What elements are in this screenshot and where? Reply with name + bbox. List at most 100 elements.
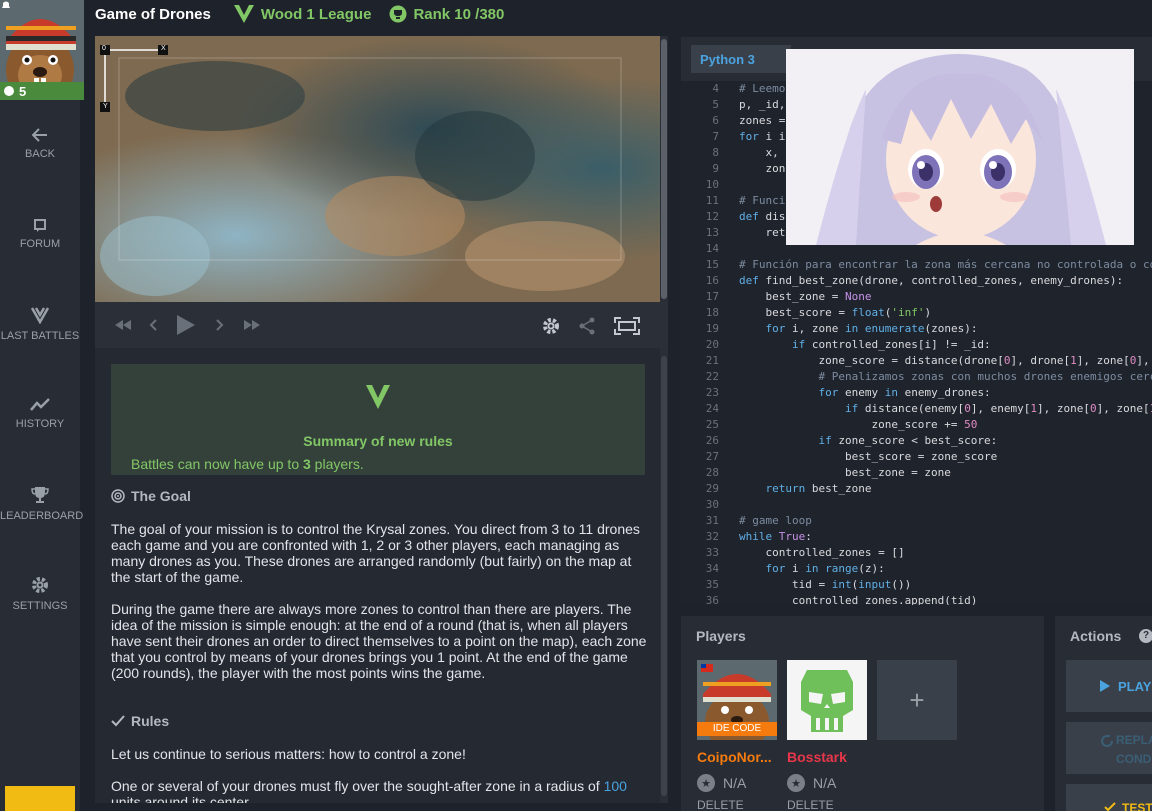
players-title: Players xyxy=(696,628,746,644)
trophy-icon xyxy=(31,487,49,503)
player-name-1[interactable]: CoipoNor... xyxy=(697,749,772,765)
code-line[interactable]: 35 tid = int(input()) xyxy=(681,577,1152,593)
sidebar-item-last-battles[interactable]: LAST BATTLES xyxy=(0,306,80,342)
sidebar-item-back[interactable]: BACK xyxy=(0,128,80,160)
code-line[interactable]: 15 # Función para encontrar la zona más c… xyxy=(681,257,1152,273)
game-viewer[interactable]: 0 X Y xyxy=(95,36,660,302)
league-chevron-icon xyxy=(366,385,390,409)
delete-player-2-button[interactable]: DELETE xyxy=(787,798,834,811)
players-panel: Players IDE CODE + CoipoNor... Bosstark … xyxy=(681,616,1044,811)
code-text: if distance(enemy[0], enemy[1], zone[0],… xyxy=(844,402,1152,415)
line-number: 34 xyxy=(705,562,719,575)
code-text: for enemy in enemy_drones: xyxy=(818,386,991,399)
line-number: 4 xyxy=(712,82,719,95)
player-card-1[interactable]: IDE CODE xyxy=(697,660,777,752)
delete-player-1-button[interactable]: DELETE xyxy=(697,798,744,811)
line-number: 15 xyxy=(705,258,719,271)
viewer-settings-icon[interactable] xyxy=(542,317,560,335)
code-line[interactable]: 19 for i, zone in enumerate(zones): xyxy=(681,321,1152,337)
code-line[interactable]: 26 if zone_score < best_score: xyxy=(681,433,1152,449)
code-line[interactable]: 32 while True: xyxy=(681,529,1152,545)
help-icon[interactable]: ? xyxy=(1139,629,1152,643)
line-number: 20 xyxy=(705,338,719,351)
code-line[interactable]: 36 controlled_zones.append(tid) xyxy=(681,593,1152,605)
header: Game of Drones Wood 1 League Rank 10 /38… xyxy=(80,0,1152,28)
play-button[interactable]: PLAY xyxy=(1066,660,1152,712)
replay-button[interactable]: REPLA COND xyxy=(1066,722,1152,774)
code-line[interactable]: 27 best_score = zone_score xyxy=(681,449,1152,465)
sidebar-item-history[interactable]: HISTORY xyxy=(0,398,80,430)
line-number: 13 xyxy=(705,226,719,239)
goal-paragraph-1: The goal of your mission is to control t… xyxy=(111,521,640,585)
code-line[interactable]: 31 # game loop xyxy=(681,513,1152,529)
sidebar-item-settings[interactable]: SETTINGS xyxy=(0,576,80,612)
test-button[interactable]: TEST xyxy=(1066,784,1152,811)
code-line[interactable]: 23 for enemy in enemy_drones: xyxy=(681,385,1152,401)
forum-icon xyxy=(34,219,46,232)
statement-panel: Summary of new rules Battles can now hav… xyxy=(95,348,668,803)
line-number: 21 xyxy=(705,354,719,367)
add-player-button[interactable]: + xyxy=(877,660,957,740)
line-number: 24 xyxy=(705,402,719,415)
sidebar-bottom-button[interactable] xyxy=(5,786,75,811)
x-axis-label: X xyxy=(161,45,166,52)
anime-overlay-image xyxy=(786,49,1134,245)
code-line[interactable]: 34 for i in range(z): xyxy=(681,561,1152,577)
code-text: # Funci xyxy=(739,194,786,207)
share-icon[interactable] xyxy=(579,317,595,335)
code-line[interactable]: 21 zone_score = distance(drone[0], drone… xyxy=(681,353,1152,369)
ide-code-badge: IDE CODE xyxy=(697,722,777,736)
line-number: 27 xyxy=(705,450,719,463)
language-selector[interactable]: Python 3 xyxy=(691,45,791,73)
sidebar-item-forum[interactable]: FORUM xyxy=(0,218,80,250)
code-line[interactable]: 33 controlled_zones = [] xyxy=(681,545,1152,561)
replay-controls xyxy=(95,302,668,348)
fullscreen-icon[interactable] xyxy=(614,317,640,335)
code-line[interactable]: 24 if distance(enemy[0], enemy[1], zone[… xyxy=(681,401,1152,417)
code-line[interactable]: 30 xyxy=(681,497,1152,513)
code-text: best_score = zone_score xyxy=(739,450,998,463)
sidebar-item-leaderboard[interactable]: LEADERBOARD xyxy=(0,486,83,522)
play-icon[interactable] xyxy=(177,315,195,335)
code-text: tid = int(input()) xyxy=(739,578,912,591)
league-chevron-icon xyxy=(233,5,254,23)
code-line[interactable]: 29 return best_zone xyxy=(681,481,1152,497)
history-icon xyxy=(30,398,50,411)
player-card-2[interactable] xyxy=(787,660,867,740)
line-number: 19 xyxy=(705,322,719,335)
line-number: 8 xyxy=(712,146,719,159)
step-forward-icon[interactable] xyxy=(216,319,224,331)
statement-scrollbar[interactable] xyxy=(660,348,668,803)
code-line[interactable]: 25 zone_score += 50 xyxy=(681,417,1152,433)
back-arrow-icon xyxy=(32,128,47,142)
step-back-icon[interactable] xyxy=(149,319,157,331)
code-line[interactable]: 28 best_zone = zone xyxy=(681,465,1152,481)
code-line[interactable]: 17 best_zone = None xyxy=(681,289,1152,305)
line-number: 31 xyxy=(705,514,719,527)
code-text: best_zone = None xyxy=(739,290,872,303)
code-text: p, _id, xyxy=(739,98,786,111)
line-number: 22 xyxy=(705,370,719,383)
viewer-scrollbar[interactable] xyxy=(660,36,668,302)
player-rank-2: ★ N/A xyxy=(787,774,836,792)
code-line[interactable]: 20 if controlled_zones[i] != _id: xyxy=(681,337,1152,353)
gear-icon xyxy=(32,577,48,593)
code-line[interactable]: 16 def find_best_zone(drone, controlled_z… xyxy=(681,273,1152,289)
player-name-2[interactable]: Bosstark xyxy=(787,749,847,765)
rewind-icon[interactable] xyxy=(115,320,131,330)
code-text: # Leemo xyxy=(739,82,786,95)
rank-badge[interactable]: Rank 10 /380 xyxy=(389,5,504,23)
bell-icon[interactable] xyxy=(0,0,12,10)
fast-forward-icon[interactable] xyxy=(244,320,260,330)
code-text: while True: xyxy=(739,530,812,543)
user-avatar[interactable]: 5 xyxy=(0,0,84,100)
rules-paragraph-2: One or several of your drones must fly o… xyxy=(111,778,627,803)
code-line[interactable]: 18 best_score = float('inf') xyxy=(681,305,1152,321)
line-number: 26 xyxy=(705,434,719,447)
line-number: 30 xyxy=(705,498,719,511)
code-text: def find_best_zone(drone, controlled_zon… xyxy=(739,274,1124,287)
code-text: for i, zone in enumerate(zones): xyxy=(765,322,978,335)
code-line[interactable]: 22 # Penalizamos zonas con muchos drones… xyxy=(681,369,1152,385)
league-badge[interactable]: Wood 1 League xyxy=(233,4,371,24)
player-rank-1: ★ N/A xyxy=(697,774,746,792)
